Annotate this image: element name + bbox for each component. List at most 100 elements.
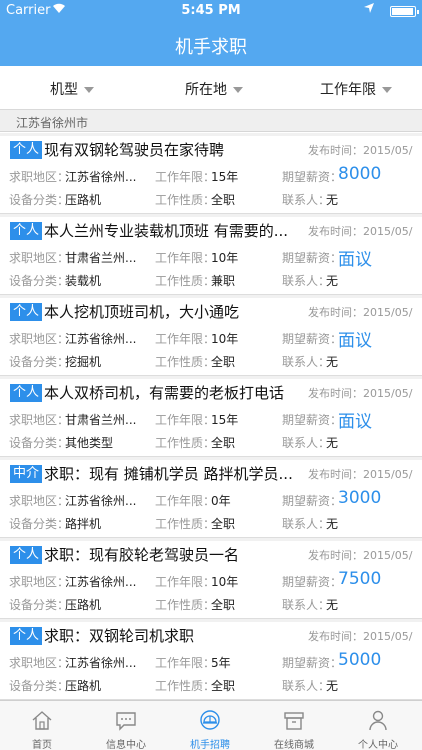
field-label: 设备分类： <box>9 679 70 693</box>
field-value-nature: 全职 <box>211 193 236 207</box>
listing-title[interactable]: 求职：双钢轮司机求职 <box>44 625 294 646</box>
poster-type-badge: 个人 <box>10 384 43 402</box>
publish-date-label: 发布时间： <box>308 225 363 238</box>
filter-work-years[interactable]: 工作年限 <box>320 79 392 99</box>
status-bar: Carrier 5:45 PM <box>0 0 422 22</box>
field-label: 工作年限： <box>155 332 216 346</box>
listing-title[interactable]: 求职：现有胶轮老驾驶员一名 <box>44 544 294 565</box>
listing-title[interactable]: 求职：现有 摊铺机学员 路拌机学员... <box>44 463 294 484</box>
publish-date: 发布时间：2015/05/ <box>308 628 420 644</box>
filter-label: 工作年限 <box>320 82 376 98</box>
tab-label: 机手招聘 <box>190 740 230 750</box>
field-label: 设备分类： <box>9 355 70 369</box>
clock-time: 5:45 PM <box>181 3 241 18</box>
field-value-nature: 全职 <box>211 598 236 612</box>
field-label: 设备分类： <box>9 598 70 612</box>
field-label: 设备分类： <box>9 274 70 288</box>
filter-label: 机型 <box>50 82 78 98</box>
field-label: 设备分类： <box>9 436 70 450</box>
tab-operator-jobs[interactable]: 机手招聘 <box>168 701 252 750</box>
field-value-category: 其他类型 <box>65 436 114 450</box>
field-label: 联系人： <box>282 598 331 612</box>
tab-label: 在线商城 <box>274 740 314 750</box>
field-label: 求职地区： <box>9 656 70 670</box>
field-label: 求职地区： <box>9 575 70 589</box>
listing-title[interactable]: 本人双桥司机，有需要的老板打电话 <box>44 382 294 403</box>
field-value-location: 江苏省徐州... <box>65 656 137 670</box>
field-label: 工作年限： <box>155 575 216 589</box>
caret-down-icon <box>84 87 94 93</box>
expected-salary: 7500 <box>338 569 382 589</box>
field-label: 工作性质： <box>155 193 216 207</box>
field-value-years: 0年 <box>211 494 231 508</box>
job-listing-card[interactable]: 个人 本人兰州专业装载机顶班 有需要的... 发布时间：2015/05/求职地区：甘… <box>0 214 422 295</box>
poster-type-badge: 个人 <box>10 222 43 240</box>
publish-date: 发布时间：2015/05/ <box>308 304 420 320</box>
listing-title[interactable]: 本人挖机顶班司机，大小通吃 <box>44 301 294 322</box>
job-listing-card[interactable]: 个人 本人双桥司机，有需要的老板打电话 发布时间：2015/05/求职地区： 甘肃省兰… <box>0 376 422 457</box>
tab-info-center[interactable]: 信息中心 <box>84 701 168 750</box>
field-value-category: 装载机 <box>65 274 102 288</box>
chat-bubble-icon <box>116 712 136 731</box>
publish-date-value: 2015/05/ <box>363 387 413 400</box>
poster-type-badge: 个人 <box>10 627 43 645</box>
tab-online-store[interactable]: 在线商城 <box>252 701 336 750</box>
tab-personal-center[interactable]: 个人中心 <box>336 701 420 750</box>
field-label: 求职地区： <box>9 251 70 265</box>
field-value-contact: 无 <box>326 355 339 369</box>
publish-date-label: 发布时间： <box>308 387 363 400</box>
field-label: 工作性质： <box>155 274 216 288</box>
field-label: 设备分类： <box>9 517 70 531</box>
store-box-icon <box>284 712 304 730</box>
field-value-contact: 无 <box>326 598 339 612</box>
field-label: 期望薪资： <box>282 656 343 670</box>
page-title: 机手求职 <box>175 37 247 58</box>
field-label: 期望薪资： <box>282 494 343 508</box>
field-value-nature: 全职 <box>211 436 236 450</box>
field-label: 工作年限： <box>155 251 216 265</box>
field-value-nature: 全职 <box>211 517 236 531</box>
expected-salary: 5000 <box>338 650 382 670</box>
job-listing-card[interactable]: 个人 本人挖机顶班司机，大小通吃 发布时间：2015/05/求职地区： 江苏省徐州..… <box>0 295 422 376</box>
expected-salary: 3000 <box>338 488 382 508</box>
field-label: 工作性质： <box>155 598 216 612</box>
tab-bar: 首页 信息中心 机手招聘 在线商城 个人中心 <box>0 700 422 750</box>
field-label: 联系人： <box>282 355 331 369</box>
person-icon <box>369 710 387 731</box>
field-value-location: 江苏省徐州... <box>65 332 137 346</box>
job-listing-card[interactable]: 个人 求职：双钢轮司机求职 发布时间：2015/05/求职地区： 江苏省徐州... 工作… <box>0 619 422 700</box>
tab-home[interactable]: 首页 <box>0 701 84 750</box>
publish-date: 发布时间：2015/05/ <box>308 385 420 401</box>
job-listing-card[interactable]: 个人 现有双钢轮驾驶员在家待聘 发布时间：2015/05/求职地区： 江苏省徐州...… <box>0 133 422 214</box>
field-label: 工作性质： <box>155 436 216 450</box>
field-value-contact: 无 <box>326 679 339 693</box>
expected-salary: 8000 <box>338 164 382 184</box>
publish-date: 发布时间：2015/05/ <box>308 142 420 158</box>
field-label: 工作年限： <box>155 170 216 184</box>
job-list[interactable]: 个人 现有双钢轮驾驶员在家待聘 发布时间：2015/05/求职地区： 江苏省徐州...… <box>0 133 422 700</box>
listing-title[interactable]: 本人兰州专业装载机顶班 有需要的... <box>44 220 294 241</box>
job-listing-card[interactable]: 中介 求职：现有 摊铺机学员 路拌机学员... 发布时间：2015/05/求职地区：… <box>0 457 422 538</box>
publish-date-value: 2015/05/ <box>363 144 413 157</box>
filter-bar: 机型 所在地 工作年限 <box>0 66 422 110</box>
publish-date-value: 2015/05/ <box>363 630 413 643</box>
tab-label: 个人中心 <box>358 740 398 750</box>
field-label: 求职地区： <box>9 170 70 184</box>
field-value-category: 挖掘机 <box>65 355 102 369</box>
field-value-years: 15年 <box>211 170 239 184</box>
filter-location[interactable]: 所在地 <box>185 79 243 99</box>
poster-type-badge: 个人 <box>10 303 43 321</box>
field-value-years: 5年 <box>211 656 231 670</box>
field-value-nature: 全职 <box>211 679 236 693</box>
expected-salary: 面议 <box>338 412 372 432</box>
listing-title[interactable]: 现有双钢轮驾驶员在家待聘 <box>44 139 294 160</box>
filter-machine-type[interactable]: 机型 <box>50 79 94 99</box>
publish-date-value: 2015/05/ <box>363 306 413 319</box>
field-label: 期望薪资： <box>282 332 343 346</box>
field-label: 期望薪资： <box>282 575 343 589</box>
field-label: 期望薪资： <box>282 413 343 427</box>
field-value-nature: 兼职 <box>211 274 236 288</box>
publish-date-value: 2015/05/ <box>363 225 413 238</box>
job-listing-card[interactable]: 个人 求职：现有胶轮老驾驶员一名 发布时间：2015/05/求职地区： 江苏省徐州..… <box>0 538 422 619</box>
expected-salary: 面议 <box>338 250 372 270</box>
